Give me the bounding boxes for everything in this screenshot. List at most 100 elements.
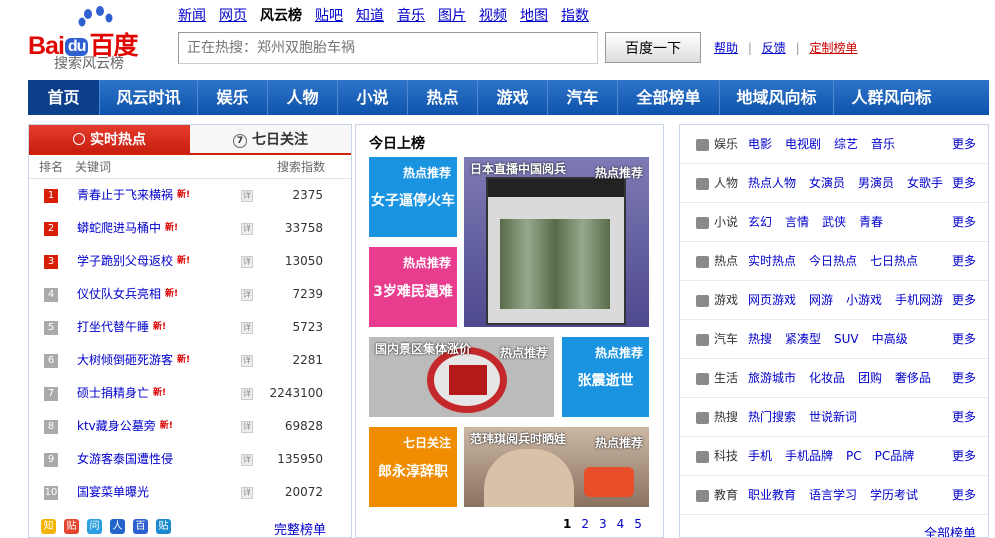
category-link[interactable]: 旅游城市 [748, 371, 796, 385]
nav-all-lists[interactable]: 全部榜单 [618, 80, 720, 115]
category-link[interactable]: 七日热点 [870, 254, 918, 268]
more-link[interactable]: 更多 [952, 203, 976, 242]
category-link[interactable]: 手机品牌 [785, 449, 833, 463]
page-4[interactable]: 4 [617, 517, 625, 531]
category-link[interactable]: 中高级 [872, 332, 908, 346]
category-link[interactable]: 化妆品 [809, 371, 845, 385]
category-link[interactable]: 电影 [748, 137, 772, 151]
category-link[interactable]: 武侠 [822, 215, 846, 229]
more-link[interactable]: 更多 [952, 476, 976, 515]
help-link[interactable]: 帮助 [714, 41, 738, 55]
hot-keyword-link[interactable]: 蟒蛇爬进马桶中 新! [77, 212, 178, 245]
category-link[interactable]: 小游戏 [846, 293, 882, 307]
detail-icon[interactable]: 详 [241, 256, 253, 268]
people-icon[interactable]: 人 [110, 519, 125, 534]
nav-novels[interactable]: 小说 [338, 80, 408, 115]
feedback-link[interactable]: 反馈 [762, 41, 786, 55]
more-link[interactable]: 更多 [952, 398, 976, 437]
topnav-fengyunbang[interactable]: 风云榜 [260, 8, 302, 24]
hot-keyword-link[interactable]: 打坐代替午睡 新! [77, 311, 166, 344]
hot-keyword-link[interactable]: 学子跪别父母返校 新! [77, 245, 190, 278]
topnav-music[interactable]: 音乐 [397, 8, 425, 24]
nav-people[interactable]: 人物 [268, 80, 338, 115]
page-3[interactable]: 3 [599, 517, 607, 531]
detail-icon[interactable]: 详 [241, 223, 253, 235]
topnav-map[interactable]: 地图 [520, 8, 548, 24]
category-link[interactable]: 奢侈品 [895, 371, 931, 385]
nav-home[interactable]: 首页 [28, 80, 100, 115]
detail-icon[interactable]: 详 [241, 421, 253, 433]
baidu-logo[interactable]: Bai du 百度 搜索风云榜 [28, 6, 168, 72]
more-link[interactable]: 更多 [952, 242, 976, 281]
category-link[interactable]: 女演员 [809, 176, 845, 190]
hot-keyword-link[interactable]: 国宴菜单曝光 [77, 476, 149, 509]
search-button[interactable]: 百度一下 [605, 32, 701, 63]
tile-news-5[interactable]: 热点推荐 张震逝世 [562, 337, 649, 417]
category-link[interactable]: PC品牌 [875, 449, 915, 463]
page-1[interactable]: 1 [563, 517, 571, 531]
more-link[interactable]: 更多 [952, 320, 976, 359]
category-link[interactable]: 网页游戏 [748, 293, 796, 307]
category-link[interactable]: 手机网游 [895, 293, 943, 307]
more-link[interactable]: 更多 [952, 359, 976, 398]
tile-news-3[interactable]: 日本直播中国阅兵 热点推荐 [464, 157, 649, 327]
tile-news-4[interactable]: 国内景区集体涨价 热点推荐 [369, 337, 554, 417]
baidu-paw-icon[interactable]: 百 [133, 519, 148, 534]
category-link[interactable]: 职业教育 [748, 488, 796, 502]
ask-icon[interactable]: 问 [87, 519, 102, 534]
nav-region[interactable]: 地域风向标 [720, 80, 834, 115]
category-link[interactable]: 今日热点 [809, 254, 857, 268]
detail-icon[interactable]: 详 [241, 322, 253, 334]
tile-news-6[interactable]: 七日关注 郎永淳辞职 [369, 427, 457, 507]
hot-keyword-link[interactable]: 大树倾倒砸死游客 新! [77, 344, 190, 377]
nav-hot[interactable]: 热点 [408, 80, 478, 115]
detail-icon[interactable]: 详 [241, 190, 253, 202]
category-link[interactable]: 玄幻 [748, 215, 772, 229]
tab-seven-day[interactable]: 7 七日关注 [190, 125, 351, 153]
category-link[interactable]: 网游 [809, 293, 833, 307]
category-link[interactable]: 电视剧 [785, 137, 821, 151]
topnav-images[interactable]: 图片 [438, 8, 466, 24]
nav-games[interactable]: 游戏 [478, 80, 548, 115]
nav-entertainment[interactable]: 娱乐 [198, 80, 268, 115]
topnav-web[interactable]: 网页 [219, 8, 247, 24]
category-link[interactable]: SUV [834, 332, 859, 346]
category-link[interactable]: 女歌手 [907, 176, 943, 190]
tile-news-7[interactable]: 范玮琪阅兵时晒娃 热点推荐 [464, 427, 649, 507]
topnav-news[interactable]: 新闻 [178, 8, 206, 24]
nav-news-flash[interactable]: 风云时讯 [100, 80, 198, 115]
full-list-link[interactable]: 完整榜单 [274, 519, 326, 537]
category-link[interactable]: 男演员 [858, 176, 894, 190]
hot-keyword-link[interactable]: ktv藏身公墓旁 新! [77, 410, 173, 443]
category-link[interactable]: 学历考试 [870, 488, 918, 502]
category-link[interactable]: 团购 [858, 371, 882, 385]
all-lists-link[interactable]: 全部榜单 [924, 523, 976, 537]
topnav-video[interactable]: 视频 [479, 8, 507, 24]
more-link[interactable]: 更多 [952, 164, 976, 203]
detail-icon[interactable]: 详 [241, 355, 253, 367]
category-link[interactable]: PC [846, 449, 862, 463]
detail-icon[interactable]: 详 [241, 388, 253, 400]
detail-icon[interactable]: 详 [241, 487, 253, 499]
page-5[interactable]: 5 [634, 517, 642, 531]
hot-keyword-link[interactable]: 青春止于飞来横祸 新! [77, 179, 190, 212]
category-link[interactable]: 热搜 [748, 332, 772, 346]
detail-icon[interactable]: 详 [241, 454, 253, 466]
category-link[interactable]: 实时热点 [748, 254, 796, 268]
category-link[interactable]: 言情 [785, 215, 809, 229]
more-link[interactable]: 更多 [952, 437, 976, 476]
post-icon[interactable]: 贴 [156, 519, 171, 534]
zhidao-icon[interactable]: 知 [41, 519, 56, 534]
category-link[interactable]: 紧凑型 [785, 332, 821, 346]
topnav-index[interactable]: 指数 [561, 8, 589, 24]
detail-icon[interactable]: 详 [241, 289, 253, 301]
category-link[interactable]: 手机 [748, 449, 772, 463]
tile-news-1[interactable]: 热点推荐 女子逼停火车 [369, 157, 457, 237]
category-link[interactable]: 语言学习 [809, 488, 857, 502]
tab-realtime-hot[interactable]: 实时热点 [29, 125, 190, 153]
topnav-tieba[interactable]: 贴吧 [315, 8, 343, 24]
category-link[interactable]: 音乐 [871, 137, 895, 151]
hot-keyword-link[interactable]: 女游客泰国遭性侵 [77, 443, 173, 476]
category-link[interactable]: 热门搜索 [748, 410, 796, 424]
nav-cars[interactable]: 汽车 [548, 80, 618, 115]
